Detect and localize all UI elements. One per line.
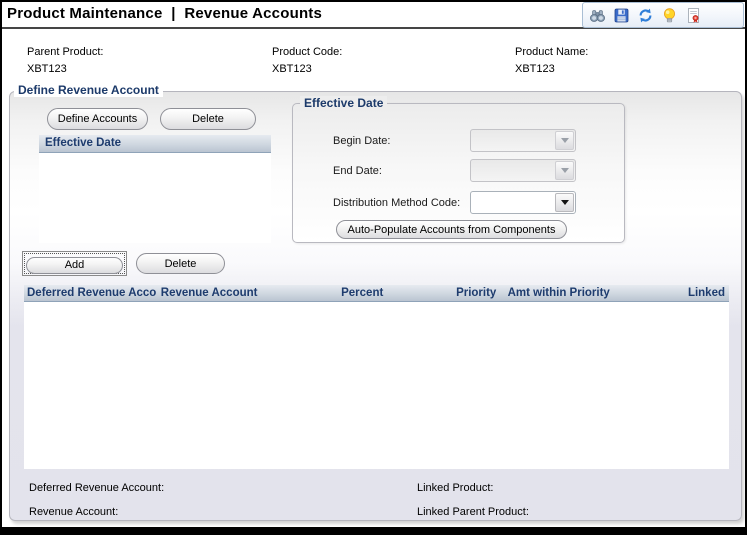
- effective-date-list-header: Effective Date: [39, 135, 271, 153]
- col-priority: Priority: [456, 287, 497, 299]
- effective-date-list: Effective Date: [39, 135, 271, 243]
- refresh-icon[interactable]: [637, 7, 654, 24]
- define-revenue-account-panel: Define Revenue Account Define Accounts D…: [9, 83, 742, 521]
- effective-date-group: Effective Date Begin Date: End Date: Dis…: [292, 96, 625, 243]
- begin-date-chevron-down-icon[interactable]: [555, 131, 574, 150]
- product-name-label: Product Name:: [515, 46, 589, 58]
- product-code-field: Product Code: XBT123: [272, 46, 342, 75]
- effective-date-group-legend: Effective Date: [300, 96, 388, 110]
- parent-product-field: Parent Product: XBT123: [27, 46, 103, 75]
- title-bar: Product Maintenance | Revenue Accounts: [2, 2, 745, 29]
- auto-populate-accounts-button[interactable]: Auto-Populate Accounts from Components: [336, 220, 567, 239]
- begin-date-label: Begin Date:: [333, 135, 391, 147]
- bottom-divider-bar: [2, 527, 745, 533]
- col-revenue-account: Revenue Account: [160, 287, 258, 299]
- parent-product-value: XBT123: [27, 63, 67, 75]
- col-linked: Linked: [687, 287, 725, 299]
- add-button-focus-frame: Add: [22, 251, 127, 276]
- app-window: Product Maintenance | Revenue Accounts P…: [0, 0, 747, 535]
- product-code-label: Product Code:: [272, 46, 343, 58]
- col-deferred-revenue-account: Deferred Revenue Acco: [27, 287, 157, 299]
- product-name-field: Product Name: XBT123: [515, 46, 588, 75]
- effective-date-delete-button[interactable]: Delete: [160, 108, 256, 130]
- define-revenue-account-legend: Define Revenue Account: [14, 83, 163, 97]
- save-icon[interactable]: [613, 7, 630, 24]
- page-title: Product Maintenance | Revenue Accounts: [7, 5, 323, 22]
- distribution-method-code-label: Distribution Method Code:: [333, 197, 461, 209]
- end-date-dropdown[interactable]: [470, 159, 576, 182]
- product-code-value: XBT123: [272, 63, 312, 75]
- effective-date-list-body: [39, 153, 271, 243]
- col-percent: Percent: [341, 287, 384, 299]
- toolbar: [582, 2, 744, 28]
- linked-parent-product-label: Linked Parent Product:: [417, 506, 529, 518]
- add-button-focus-dotted: Add: [24, 253, 125, 274]
- distribution-method-code-dropdown[interactable]: [470, 191, 576, 214]
- end-date-chevron-down-icon[interactable]: [555, 161, 574, 180]
- accounts-table-header: Deferred Revenue Acco Revenue Account Pe…: [24, 285, 729, 302]
- col-amt-within-priority: Amt within Priority: [507, 287, 610, 299]
- pdf-report-icon[interactable]: [685, 7, 702, 24]
- accounts-table-body: [24, 302, 729, 469]
- define-accounts-button[interactable]: Define Accounts: [47, 108, 148, 130]
- product-name-value: XBT123: [515, 63, 555, 75]
- linked-product-label: Linked Product:: [417, 482, 494, 494]
- find-binoculars-icon[interactable]: [589, 7, 606, 24]
- parent-product-label: Parent Product:: [27, 46, 104, 58]
- begin-date-dropdown[interactable]: [470, 129, 576, 152]
- revenue-account-label: Revenue Account:: [29, 506, 119, 518]
- tip-bulb-icon[interactable]: [661, 7, 678, 24]
- distribution-method-chevron-down-icon[interactable]: [555, 193, 574, 212]
- end-date-label: End Date:: [333, 165, 382, 177]
- deferred-revenue-account-label: Deferred Revenue Account:: [29, 482, 165, 494]
- add-button[interactable]: Add: [26, 256, 123, 274]
- account-delete-button[interactable]: Delete: [136, 253, 225, 274]
